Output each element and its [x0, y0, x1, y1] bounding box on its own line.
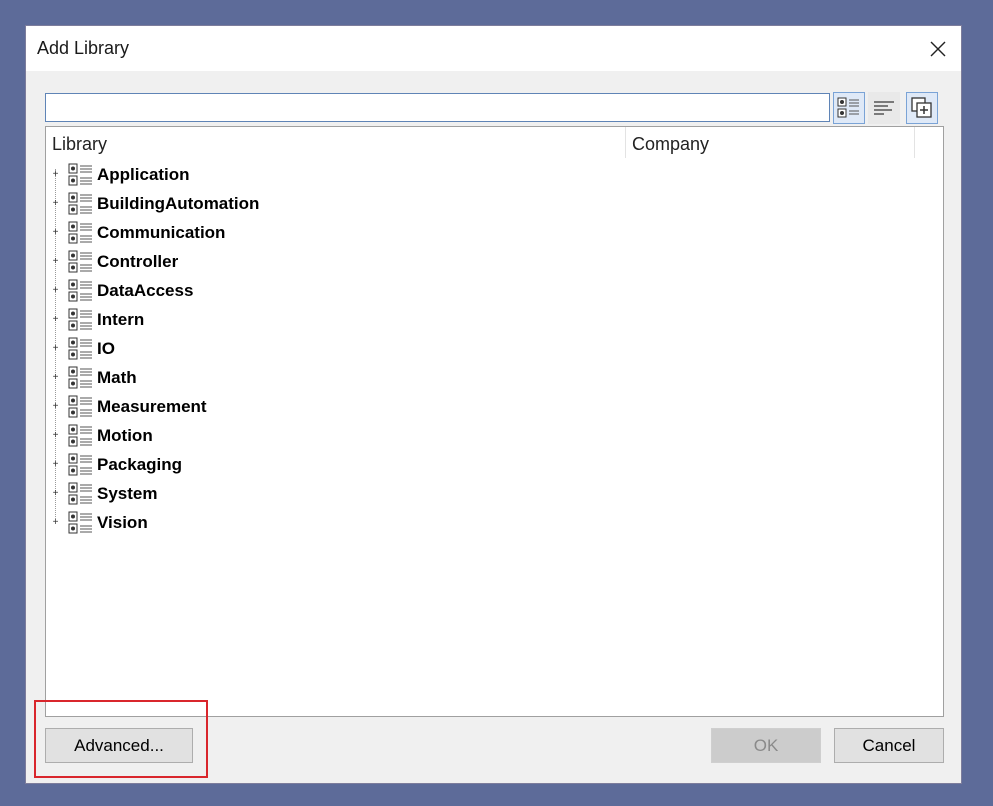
library-category-icon — [68, 395, 94, 424]
column-header-company[interactable]: Company — [632, 130, 709, 158]
advanced-button[interactable]: Advanced... — [45, 728, 193, 763]
library-category-icon — [68, 366, 94, 395]
column-header-library[interactable]: Library — [52, 130, 107, 158]
tree-item[interactable]: + System — [46, 480, 606, 509]
tree-item[interactable]: + BuildingAutomation — [46, 190, 606, 219]
library-category-icon — [68, 163, 94, 192]
tree-view-button[interactable] — [833, 92, 865, 124]
close-button[interactable] — [921, 32, 955, 66]
dialog-title: Add Library — [37, 38, 130, 58]
tree-item[interactable]: + Measurement — [46, 393, 606, 422]
column-separator[interactable] — [625, 127, 626, 158]
tree-item[interactable]: + DataAccess — [46, 277, 606, 306]
tree-item[interactable]: + Math — [46, 364, 606, 393]
tree-item-label: DataAccess — [97, 281, 194, 300]
add-library-dialog: Add Library Library Company + Applicatio… — [25, 25, 962, 784]
library-category-icon — [68, 453, 94, 482]
list-view-icon — [874, 101, 894, 115]
library-category-icon — [68, 511, 94, 540]
library-category-icon — [68, 221, 94, 250]
expand-icon[interactable]: + — [51, 344, 60, 354]
expand-icon[interactable]: + — [51, 286, 60, 296]
expand-icon[interactable]: + — [51, 170, 60, 180]
search-input[interactable] — [45, 93, 830, 122]
expand-icon[interactable]: + — [51, 489, 60, 499]
tree-item-label: Motion — [97, 426, 153, 445]
expand-icon[interactable]: + — [51, 518, 60, 528]
library-category-icon — [68, 424, 94, 453]
tree-item[interactable]: + Vision — [46, 509, 606, 538]
tree-item-label: Application — [97, 165, 190, 184]
cancel-button[interactable]: Cancel — [834, 728, 944, 763]
expand-icon[interactable]: + — [51, 373, 60, 383]
column-separator[interactable] — [914, 127, 915, 158]
tree-item[interactable]: + IO — [46, 335, 606, 364]
tree-item-label: BuildingAutomation — [97, 194, 260, 213]
tree-item-label: Measurement — [97, 397, 207, 416]
category-tree-icon — [837, 97, 859, 118]
tree-item-label: Packaging — [97, 455, 183, 474]
tree-item-label: Communication — [97, 223, 226, 242]
close-icon — [930, 41, 946, 57]
add-copy-icon — [911, 97, 932, 118]
expand-icon[interactable]: + — [51, 228, 60, 238]
library-category-icon — [68, 337, 94, 366]
library-category-icon — [68, 279, 94, 308]
list-view-button[interactable] — [868, 92, 900, 124]
tree-item-label: Intern — [97, 310, 145, 329]
library-category-icon — [68, 192, 94, 221]
tree-item[interactable]: + Application — [46, 161, 606, 190]
expand-icon[interactable]: + — [51, 460, 60, 470]
expand-icon[interactable]: + — [51, 199, 60, 209]
expand-icon[interactable]: + — [51, 431, 60, 441]
library-tree[interactable]: Library Company + Application + BuildingAut… — [45, 126, 944, 717]
library-category-icon — [68, 482, 94, 511]
expand-icon[interactable]: + — [51, 402, 60, 412]
tree-item-label: Vision — [97, 513, 148, 532]
tree-item-label: Math — [97, 368, 137, 387]
tree-item[interactable]: + Controller — [46, 248, 606, 277]
tree-item-label: Controller — [97, 252, 179, 271]
tree-item-label: IO — [97, 339, 115, 358]
library-category-icon — [68, 308, 94, 337]
tree-item[interactable]: + Intern — [46, 306, 606, 335]
expand-icon[interactable]: + — [51, 257, 60, 267]
tree-item-label: System — [97, 484, 158, 503]
tree-item[interactable]: + Packaging — [46, 451, 606, 480]
tree-item[interactable]: + Communication — [46, 219, 606, 248]
library-category-icon — [68, 250, 94, 279]
add-button[interactable] — [906, 92, 938, 124]
expand-icon[interactable]: + — [51, 315, 60, 325]
title-bar: Add Library — [26, 26, 961, 71]
tree-item[interactable]: + Motion — [46, 422, 606, 451]
ok-button[interactable]: OK — [711, 728, 821, 763]
